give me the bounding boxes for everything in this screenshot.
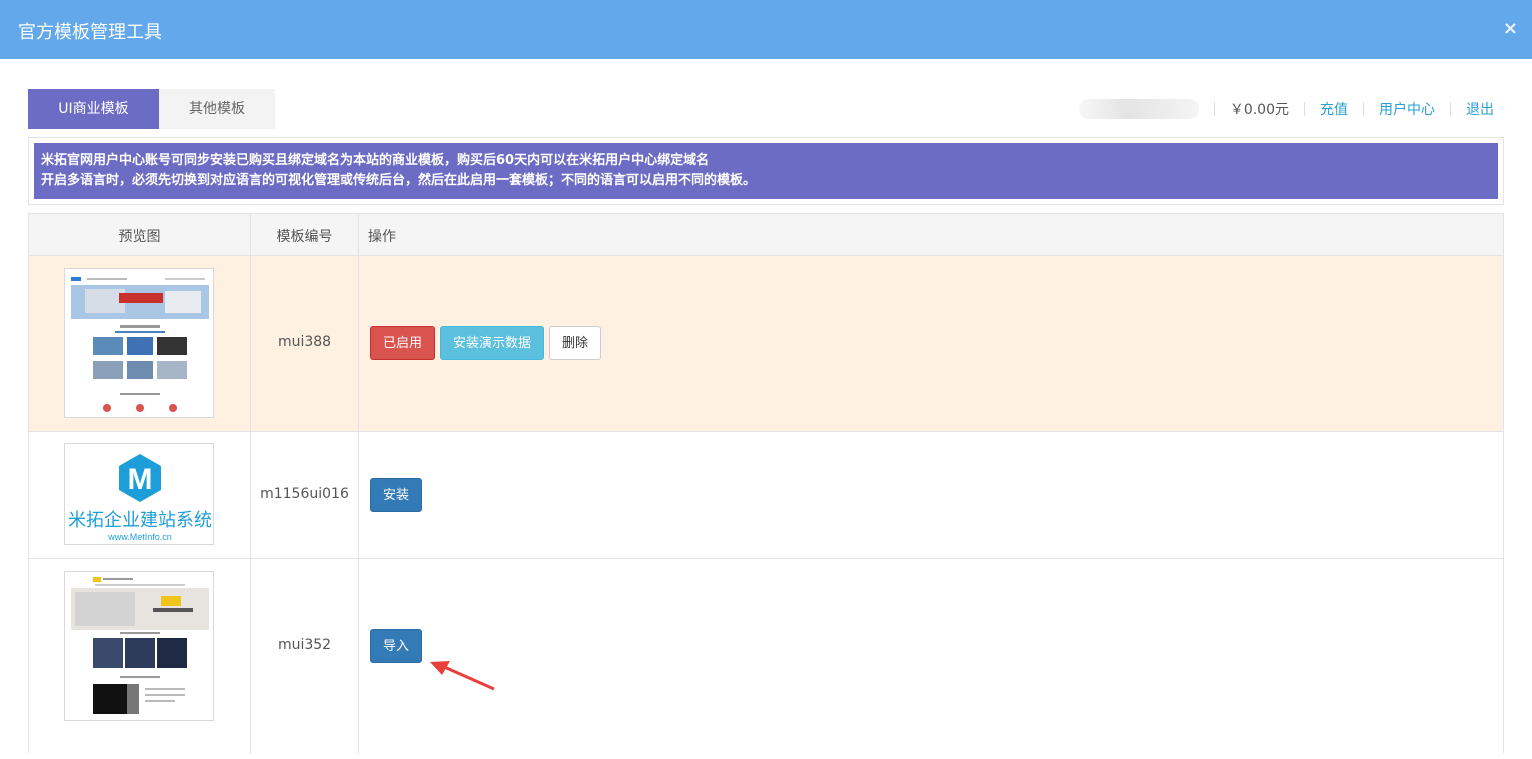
notice-banner: 米拓官网用户中心账号可同步安装已购买且绑定域名为本站的商业模板，购买后60天内可…	[34, 143, 1498, 199]
user-bar: ￥0.00元 充值 用户中心 退出	[1078, 98, 1494, 120]
divider	[1450, 102, 1451, 116]
header-code: 模板编号	[276, 229, 333, 245]
close-icon[interactable]: ×	[1503, 18, 1518, 39]
template-code: mui352	[277, 637, 332, 653]
header-actions: 操作	[368, 229, 396, 245]
modal-titlebar: 官方模板管理工具 ×	[0, 0, 1532, 59]
notice-line-1: 米拓官网用户中心账号可同步安装已购买且绑定域名为本站的商业模板，购买后60天内可…	[41, 153, 710, 168]
template-table: 预览图 模板编号 操作 mui388 已启用 安装演示数据 删除 M 米拓企业建…	[28, 213, 1504, 754]
divider	[1363, 102, 1364, 116]
modal-title: 官方模板管理工具	[18, 22, 162, 43]
template-preview-image[interactable]	[64, 571, 214, 721]
blurred-username	[1078, 99, 1199, 119]
tab-ui-commercial[interactable]: UI商业模板	[28, 89, 159, 129]
notice-line-2: 开启多语言时，必须先切换到对应语言的可视化管理或传统后台，然后在此启用一套模板；…	[41, 173, 757, 188]
row-actions: 安装	[370, 478, 423, 512]
annotation-arrow-icon	[430, 661, 495, 691]
template-code: m1156ui016	[260, 486, 349, 502]
thumb-brand-text: 米拓企业建站系统	[68, 510, 212, 531]
divider	[1304, 102, 1305, 116]
delete-button[interactable]: 删除	[549, 326, 602, 360]
row-actions: 导入	[370, 629, 423, 663]
svg-text:M: M	[128, 463, 153, 496]
install-button[interactable]: 安装	[370, 478, 423, 512]
recharge-link[interactable]: 充值	[1320, 99, 1348, 119]
enabled-button[interactable]: 已启用	[370, 326, 436, 360]
column-divider	[358, 214, 359, 754]
install-demo-data-button[interactable]: 安装演示数据	[440, 326, 545, 360]
logout-link[interactable]: 退出	[1466, 99, 1494, 119]
template-preview-image[interactable]: M 米拓企业建站系统 www.MetInfo.cn	[64, 443, 214, 545]
divider	[1213, 102, 1215, 116]
template-preview-image[interactable]	[64, 268, 214, 418]
account-balance: ￥0.00元	[1229, 102, 1289, 118]
thumb-url-text: www.MetInfo.cn	[107, 532, 172, 542]
notice-box: 米拓官网用户中心账号可同步安装已购买且绑定域名为本站的商业模板，购买后60天内可…	[28, 137, 1504, 205]
column-divider	[250, 214, 251, 754]
import-button[interactable]: 导入	[370, 629, 423, 663]
tab-other-templates[interactable]: 其他模板	[159, 89, 275, 129]
template-tabs: UI商业模板 其他模板	[28, 89, 275, 129]
user-center-link[interactable]: 用户中心	[1379, 99, 1435, 119]
header-preview: 预览图	[118, 229, 161, 245]
template-code: mui388	[277, 334, 332, 350]
row-actions: 已启用 安装演示数据 删除	[370, 326, 602, 360]
